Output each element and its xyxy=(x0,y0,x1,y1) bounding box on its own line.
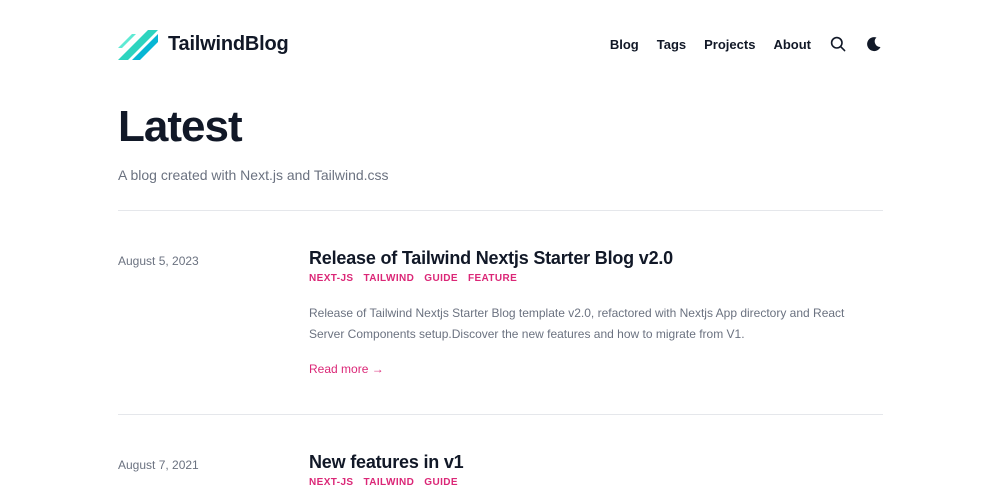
post-summary: Release of Tailwind Nextjs Starter Blog … xyxy=(309,306,845,341)
tag-link[interactable]: FEATURE xyxy=(468,273,517,284)
read-more-link[interactable]: Read more → xyxy=(309,362,384,376)
tag-link[interactable]: GUIDE xyxy=(424,477,458,488)
theme-toggle-button[interactable] xyxy=(865,35,883,53)
nav-link-blog[interactable]: Blog xyxy=(610,37,639,52)
logo-icon xyxy=(118,30,158,60)
tag-link[interactable]: TAILWIND xyxy=(363,273,414,284)
divider xyxy=(118,210,883,211)
tag-link[interactable]: NEXT-JS xyxy=(309,273,353,284)
brand-name: TailwindBlog xyxy=(168,32,289,55)
brand-link[interactable]: TailwindBlog xyxy=(118,28,289,60)
post-title-link[interactable]: New features in v1 xyxy=(309,452,464,473)
main-nav: Blog Tags Projects About xyxy=(610,35,883,53)
nav-link-tags[interactable]: Tags xyxy=(657,37,686,52)
page-subtitle: A blog created with Next.js and Tailwind… xyxy=(118,167,389,183)
nav-link-about[interactable]: About xyxy=(773,37,811,52)
post-date: August 5, 2023 xyxy=(118,254,199,268)
tag-link[interactable]: NEXT-JS xyxy=(309,477,353,488)
search-icon xyxy=(830,36,846,52)
site-header: TailwindBlog Blog Tags Projects About xyxy=(118,26,883,62)
post-date: August 7, 2021 xyxy=(118,458,199,472)
nav-link-projects[interactable]: Projects xyxy=(704,37,755,52)
moon-icon xyxy=(867,37,881,52)
post-title-link[interactable]: Release of Tailwind Nextjs Starter Blog … xyxy=(309,248,673,269)
post-tags: NEXT-JS TAILWIND GUIDE xyxy=(309,477,458,488)
tag-link[interactable]: TAILWIND xyxy=(363,477,414,488)
page: TailwindBlog Blog Tags Projects About La… xyxy=(0,0,1000,500)
post-tags: NEXT-JS TAILWIND GUIDE FEATURE xyxy=(309,273,517,284)
tag-link[interactable]: GUIDE xyxy=(424,273,458,284)
page-title: Latest xyxy=(118,102,243,151)
search-button[interactable] xyxy=(829,35,847,53)
divider xyxy=(118,414,883,415)
